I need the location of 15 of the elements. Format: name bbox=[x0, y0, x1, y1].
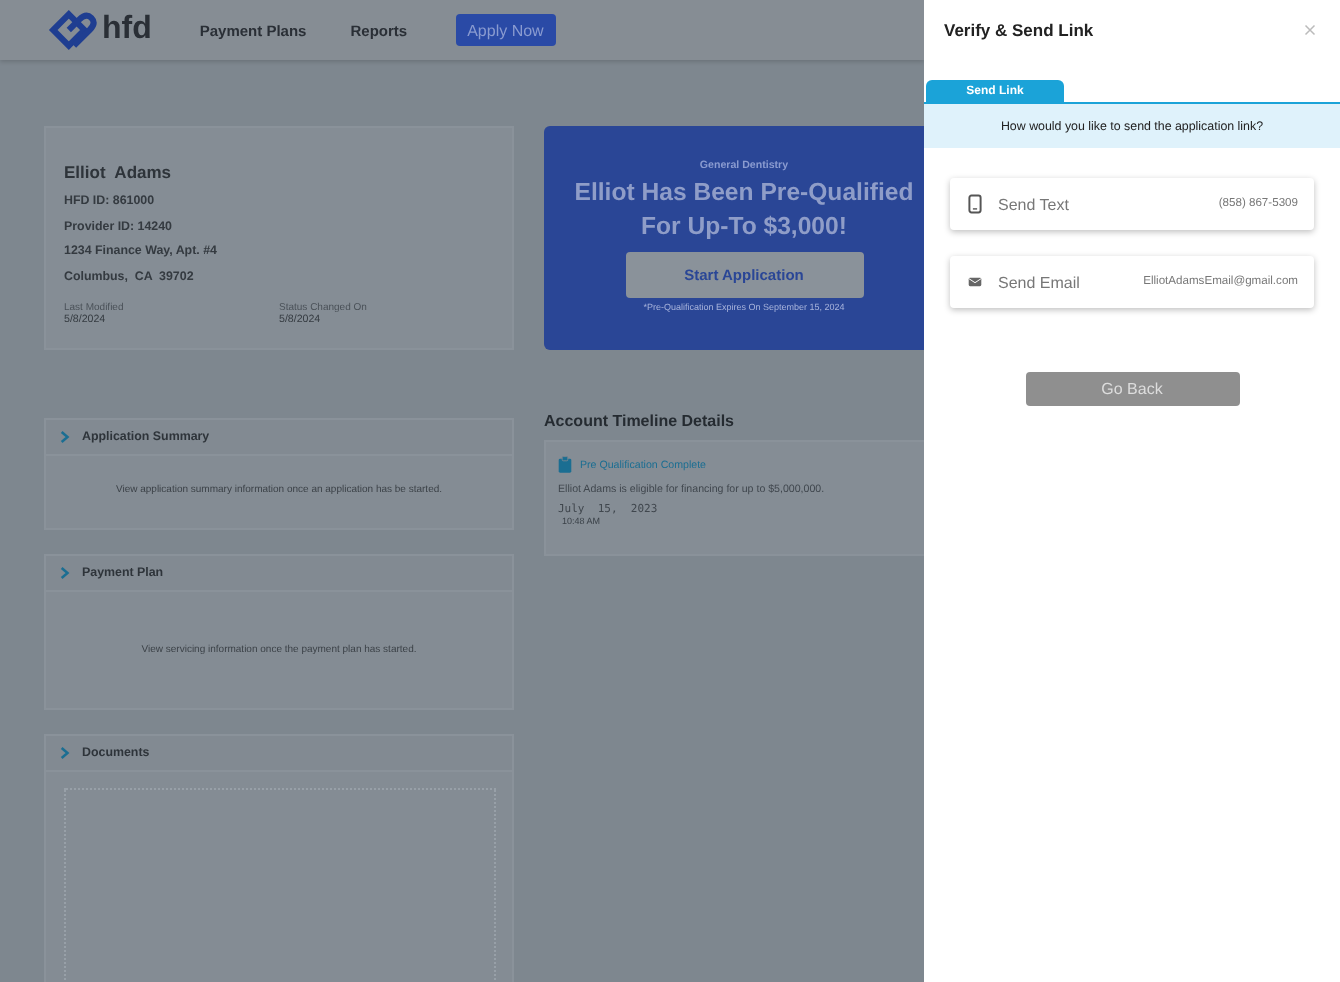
go-back-button[interactable]: Go Back bbox=[1025, 372, 1239, 406]
clipboard-icon bbox=[558, 456, 572, 474]
close-icon[interactable] bbox=[1304, 24, 1316, 36]
phone-icon bbox=[968, 194, 982, 214]
option-label: Send Text bbox=[998, 195, 1071, 213]
logo-icon bbox=[48, 8, 100, 52]
drawer-title: Verify & Send Link bbox=[944, 20, 1094, 40]
promo-headline: For Up-To $3,000! bbox=[641, 210, 847, 244]
customer-name: Elliot Adams bbox=[64, 162, 174, 182]
timeline-title: Account Timeline Details bbox=[544, 412, 736, 430]
promo-headline: Elliot Has Been Pre-Qualified bbox=[574, 176, 914, 210]
apply-now-button[interactable]: Apply Now bbox=[455, 14, 556, 46]
option-label: Send Email bbox=[998, 273, 1082, 291]
envelope-icon bbox=[968, 272, 982, 292]
logo-text: hfd bbox=[102, 12, 152, 48]
